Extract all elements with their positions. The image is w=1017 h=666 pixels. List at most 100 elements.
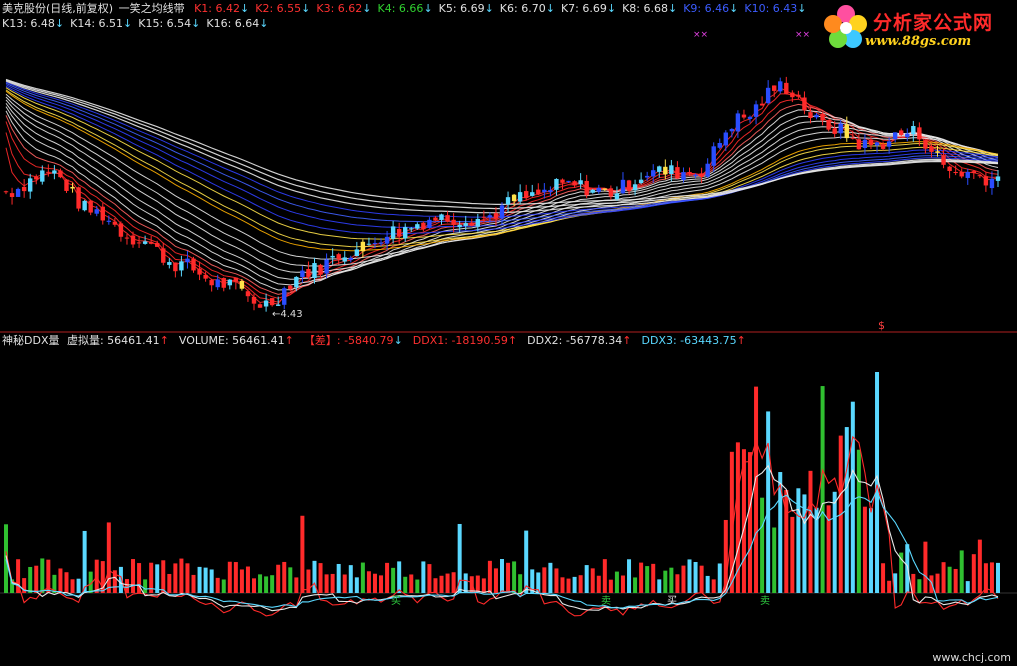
candle-body: [439, 214, 444, 220]
ddx-value-text: DDX1: -18190.59: [412, 334, 508, 347]
candle-body: [433, 217, 438, 221]
volume-bar: [687, 559, 692, 593]
volume-bar: [971, 554, 976, 593]
candle-body: [530, 192, 535, 196]
volume-bar: [481, 578, 486, 593]
volume-bar: [457, 523, 462, 593]
candle-body: [614, 193, 620, 200]
candle-body: [983, 176, 989, 186]
candle-body: [263, 300, 269, 307]
candle-body: [620, 179, 626, 194]
x-marker: ××: [795, 30, 810, 40]
volume-bar: [221, 579, 226, 593]
volume-bar: [82, 530, 87, 593]
candle-body: [403, 227, 408, 239]
volume-bar: [808, 470, 813, 593]
candle-body: [741, 114, 747, 118]
ma-values-row1: K1: 6.42↓ K2: 6.55↓ K3: 6.62↓ K4: 6.66↓ K5: …: [194, 2, 812, 15]
volume-bar: [354, 577, 359, 593]
candle-body: [638, 179, 644, 184]
down-arrow-icon: ↓: [606, 2, 617, 15]
candle-body: [493, 213, 499, 219]
candle-body: [360, 241, 366, 252]
candle-body: [100, 206, 105, 221]
candle-body: [554, 178, 559, 190]
down-arrow-icon: ↓: [797, 2, 807, 15]
volume-bar: [336, 563, 341, 593]
candlestick-series[interactable]: [3, 76, 1001, 312]
volume-bar: [651, 563, 656, 593]
down-arrow-icon: ↓: [423, 2, 433, 15]
ma-value: K7: 6.69↓: [561, 2, 616, 15]
ma-line: [5, 80, 999, 214]
candle-body: [348, 257, 353, 260]
candle-body: [384, 236, 390, 244]
volume-bar: [850, 401, 855, 593]
volume-bar: [887, 580, 892, 593]
candle-body: [584, 180, 589, 196]
candle-body: [917, 127, 922, 140]
volume-bar: [917, 579, 922, 593]
volume-bar: [566, 578, 571, 593]
ddx-volume-bars[interactable]: [4, 372, 1000, 593]
volume-bar: [953, 568, 958, 593]
volume-bar: [862, 506, 867, 593]
candle-body: [76, 187, 81, 209]
signal-label: 卖: [760, 596, 770, 607]
ma-value: K9: 6.46↓: [683, 2, 738, 15]
ddx-value: DDX2: -56778.34↑: [527, 334, 631, 347]
down-arrow-icon: ↓: [729, 2, 739, 15]
volume-bar: [717, 563, 722, 593]
volume-bar: [451, 572, 456, 593]
ma-value: K4: 6.66↓: [378, 2, 433, 15]
candle-body: [185, 258, 190, 263]
candle-body: [505, 197, 511, 205]
candle-body: [856, 139, 862, 150]
price-panel-header: 美克股份(日线,前复权) 一笑之均线带 K1: 6.42↓ K2: 6.55↓ K3…: [2, 2, 812, 15]
volume-bar: [276, 564, 281, 593]
candle-body: [306, 269, 311, 277]
volume-bar: [766, 411, 771, 593]
volume-bar: [167, 573, 172, 593]
candle-body: [312, 263, 317, 279]
ma-line: [5, 87, 999, 305]
candle-body: [663, 166, 668, 175]
volume-bar: [40, 558, 45, 593]
volume-bar: [832, 491, 837, 593]
volume-bar: [318, 563, 323, 593]
candle-body: [318, 264, 323, 275]
volume-bar: [578, 575, 583, 593]
down-arrow-icon: ↓: [191, 17, 201, 30]
volume-bar: [614, 571, 619, 593]
candle-body: [796, 94, 801, 97]
candle-body: [257, 304, 263, 308]
candle-body: [844, 124, 849, 139]
volume-bar: [487, 560, 492, 593]
ma-value: K8: 6.68↓: [622, 2, 677, 15]
candle-body: [572, 181, 577, 186]
ddx-value-text: 【差】: -5840.79: [303, 334, 394, 347]
candle-body: [70, 186, 75, 189]
volume-bar: [856, 449, 861, 593]
volume-bar: [645, 566, 650, 593]
candle-body: [288, 285, 293, 290]
stock-chart[interactable]: ×× ××: [0, 0, 1017, 666]
ma-value: K14: 6.51↓: [70, 17, 132, 30]
volume-bar: [385, 562, 390, 593]
ma-value: K13: 6.48↓: [2, 17, 64, 30]
candle-body: [427, 219, 432, 228]
volume-bar: [197, 566, 202, 593]
down-arrow-icon: ↓: [240, 2, 250, 15]
candle-body: [536, 189, 541, 194]
candle-body: [578, 180, 583, 185]
candle-body: [421, 222, 426, 230]
ma-value: K15: 6.54↓: [138, 17, 200, 30]
volume-bar: [542, 567, 547, 593]
candle-body: [282, 288, 287, 305]
down-arrow-icon: ↓: [54, 17, 65, 30]
volume-bar: [330, 573, 335, 593]
candle-body: [511, 194, 517, 202]
ma-value: K10: 6.43↓: [744, 2, 806, 15]
volume-bar: [790, 516, 795, 593]
candle-body: [941, 155, 946, 165]
